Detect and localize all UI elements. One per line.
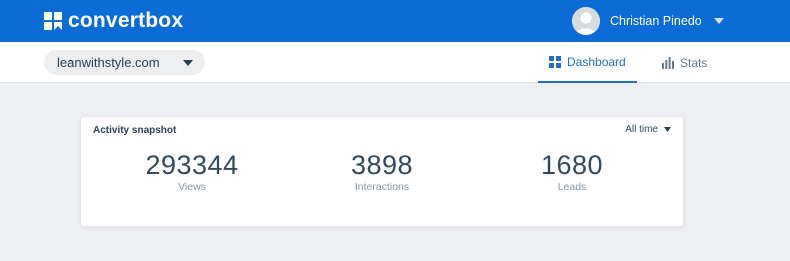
time-range-value: All time: [625, 124, 658, 135]
activity-snapshot-card: Activity snapshot All time 293344 Views …: [80, 116, 684, 227]
stat-leads: 1680 Leads: [497, 149, 647, 193]
stat-interactions: 3898 Interactions: [307, 149, 457, 193]
stat-value: 3898: [350, 150, 414, 180]
card-title: Activity snapshot: [93, 125, 177, 136]
stat-label: Leads: [557, 181, 587, 193]
tab-dashboard[interactable]: Dashboard: [538, 42, 637, 83]
stat-value: 1680: [540, 150, 604, 180]
bar-chart-icon: [662, 56, 674, 69]
top-bar: convertbox Christian Pinedo: [0, 0, 790, 42]
user-silhouette-icon: [572, 7, 600, 35]
site-selector[interactable]: leanwithstyle.com: [44, 50, 205, 75]
chevron-down-icon: [713, 18, 724, 24]
user-name: Christian Pinedo: [610, 14, 702, 28]
stat-label: Interactions: [354, 181, 410, 193]
caret-down-icon: [664, 127, 671, 132]
dashboard-grid-icon: [549, 55, 561, 68]
stat-label: Views: [178, 181, 206, 193]
user-menu[interactable]: Christian Pinedo: [572, 7, 724, 35]
time-range-selector[interactable]: All time: [625, 124, 671, 135]
caret-down-icon: [183, 60, 193, 66]
stat-value: 293344: [145, 150, 239, 180]
site-selector-value: leanwithstyle.com: [57, 55, 160, 70]
brand-name: convertbox: [68, 9, 184, 32]
brand-logo[interactable]: convertbox: [44, 9, 184, 32]
sub-navigation: leanwithstyle.com Dashboard Stats: [0, 42, 790, 83]
tab-stats[interactable]: Stats: [662, 42, 707, 83]
tab-stats-label: Stats: [680, 55, 708, 70]
avatar: [572, 7, 600, 35]
convertbox-logo-icon: [44, 12, 62, 30]
tab-dashboard-label: Dashboard: [567, 54, 626, 69]
stat-views: 293344 Views: [117, 149, 267, 193]
